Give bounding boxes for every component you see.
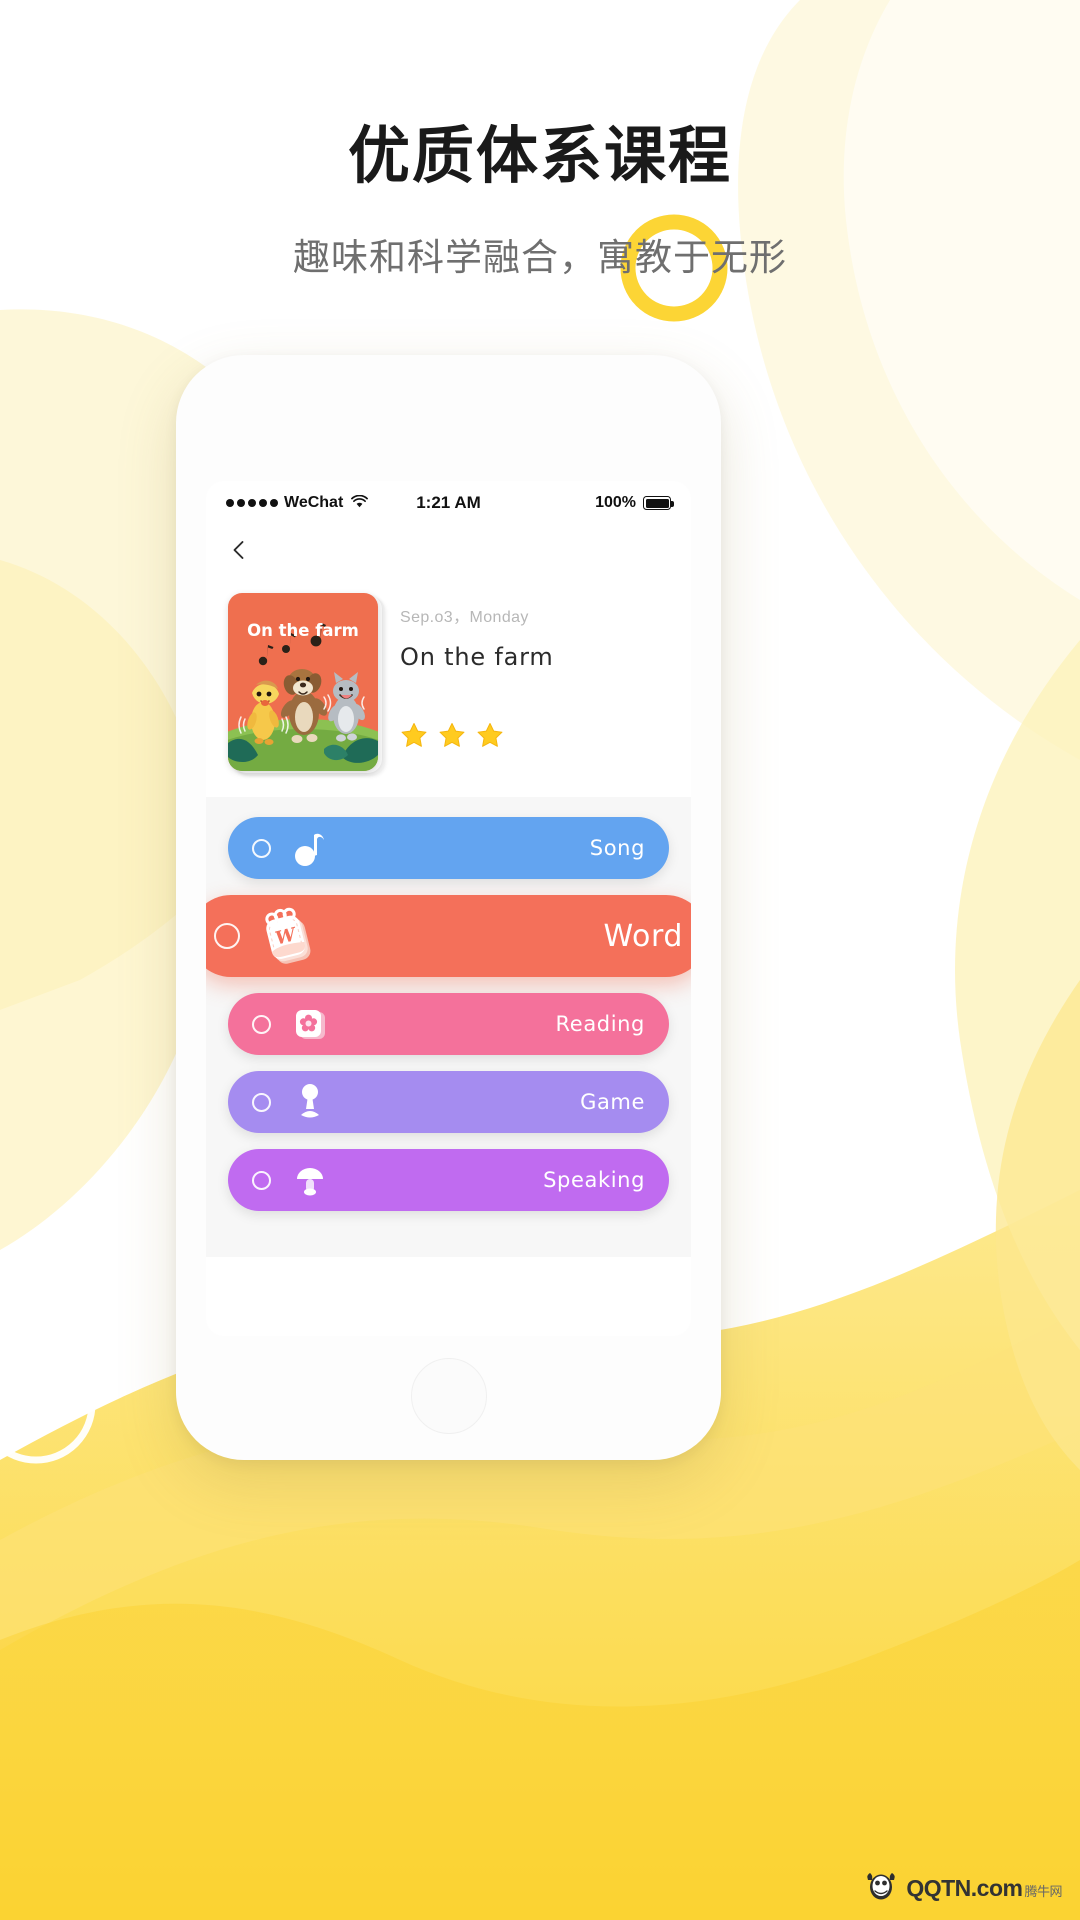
qqtn-logo-icon	[864, 1871, 898, 1906]
thumbnail-title-label: On the farm	[247, 621, 359, 640]
activity-list: Song W Word Reading Game Speaking	[206, 797, 691, 1257]
microphone-icon	[285, 1155, 335, 1205]
watermark: QQTN.com 腾牛网	[864, 1871, 1062, 1906]
lesson-card[interactable]: On the farm Sep.o3，Monday On the farm	[206, 575, 691, 797]
radio-circle-icon[interactable]	[252, 1014, 271, 1034]
page-title: 优质体系课程	[347, 119, 732, 192]
activity-row-speaking: Speaking	[206, 1149, 691, 1211]
phone-screen: WeChat 1:21 AM 100% On the farm Sep.o3，M…	[206, 481, 691, 1336]
carrier-label: WeChat	[284, 494, 344, 511]
watermark-cn: 腾牛网	[1024, 1884, 1062, 1899]
status-bar-left: WeChat	[226, 493, 369, 513]
nav-bar	[206, 525, 691, 575]
activity-button-speaking[interactable]: Speaking	[228, 1149, 669, 1211]
activity-row-word: W Word	[206, 895, 691, 977]
signal-dots-icon	[226, 499, 278, 507]
lesson-star-rating	[400, 721, 669, 754]
activity-label-reading: Reading	[555, 1012, 645, 1036]
status-bar-time: 1:21 AM	[416, 493, 481, 512]
activity-label-speaking: Speaking	[543, 1168, 645, 1192]
activity-row-reading: Reading	[206, 993, 691, 1055]
joystick-icon	[285, 1077, 335, 1127]
lesson-thumbnail-wrap: On the farm	[228, 593, 385, 775]
lesson-title: On the farm	[400, 643, 554, 671]
page-header: 优质体系课程 趣味和科学融合，寓教于无形	[0, 0, 1080, 281]
activity-button-word[interactable]: W Word	[206, 895, 691, 977]
radio-circle-icon[interactable]	[252, 1092, 271, 1112]
star-icon	[476, 721, 504, 754]
lesson-meta: Sep.o3，Monday On the farm	[400, 593, 669, 771]
activity-label-song: Song	[589, 836, 645, 860]
home-button[interactable]	[410, 1358, 487, 1434]
activity-button-game[interactable]: Game	[228, 1071, 669, 1133]
wifi-icon	[351, 493, 369, 513]
star-icon	[400, 721, 428, 754]
watermark-text: QQTN.com 腾牛网	[906, 1875, 1062, 1902]
activity-row-song: Song	[206, 817, 691, 879]
music-note-icon	[285, 823, 335, 873]
activity-label-word: Word	[603, 918, 683, 954]
activity-button-song[interactable]: Song	[228, 817, 669, 879]
watermark-suffix: .com	[970, 1875, 1023, 1901]
battery-percent-label: 100%	[595, 494, 636, 511]
back-button[interactable]	[228, 539, 250, 561]
lesson-date: Sep.o3，Monday	[400, 609, 529, 626]
status-bar: WeChat 1:21 AM 100%	[206, 481, 691, 525]
radio-circle-icon[interactable]	[252, 838, 271, 858]
word-card-icon: W	[258, 903, 324, 969]
radio-circle-icon[interactable]	[252, 1170, 271, 1190]
status-bar-right: 100%	[595, 494, 674, 512]
battery-icon	[643, 496, 674, 510]
star-icon	[438, 721, 466, 754]
lesson-thumbnail[interactable]: On the farm	[228, 593, 378, 771]
activity-button-reading[interactable]: Reading	[228, 993, 669, 1055]
book-flower-icon	[285, 999, 335, 1049]
activity-label-game: Game	[580, 1090, 645, 1114]
watermark-brand: QQTN	[906, 1875, 971, 1901]
radio-circle-icon[interactable]	[214, 923, 240, 949]
phone-mockup: WeChat 1:21 AM 100% On the farm Sep.o3，M…	[176, 355, 721, 1460]
activity-row-game: Game	[206, 1071, 691, 1133]
page-subtitle: 趣味和科学融合，寓教于无形	[293, 236, 787, 279]
